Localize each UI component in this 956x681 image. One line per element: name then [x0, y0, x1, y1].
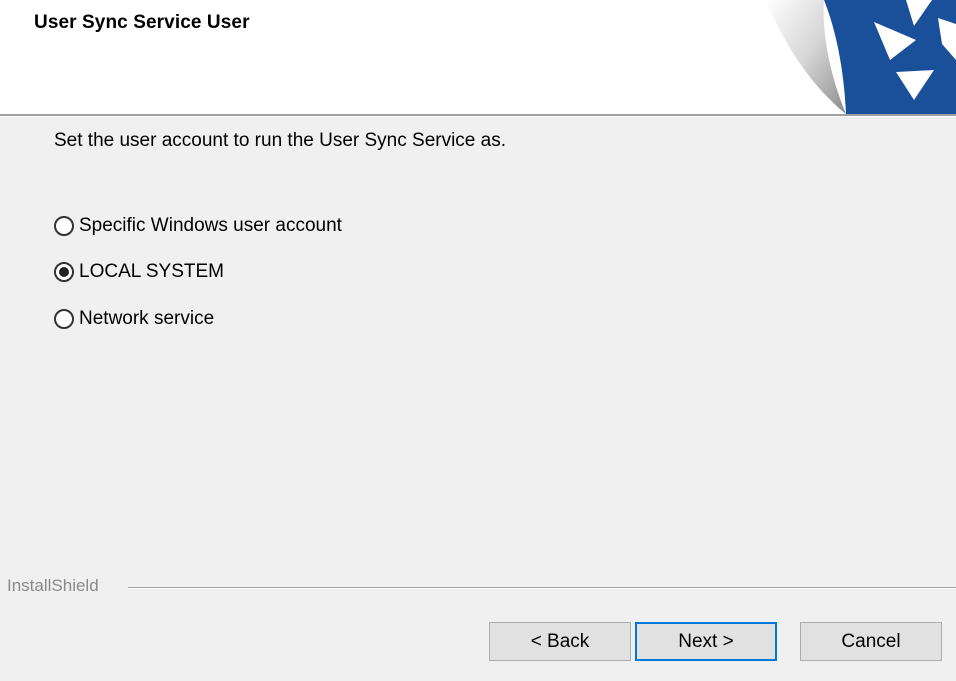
instruction-text: Set the user account to run the User Syn… — [54, 130, 507, 151]
header-separator — [0, 114, 956, 117]
next-button[interactable]: Next > — [635, 622, 777, 661]
radio-label: LOCAL SYSTEM — [79, 261, 225, 282]
back-button[interactable]: < Back — [489, 622, 631, 661]
radio-network-service[interactable]: Network service — [54, 305, 214, 333]
page-title: User Sync Service User — [34, 12, 250, 33]
radio-label: Network service — [79, 308, 215, 329]
radio-button-unchecked[interactable] — [54, 309, 74, 329]
cancel-button[interactable]: Cancel — [800, 622, 942, 661]
radio-specific-windows-user-account[interactable]: Specific Windows user account — [54, 212, 342, 240]
footer-separator — [128, 587, 956, 589]
installer-page-curl-logo-icon — [756, 0, 956, 114]
radio-button-checked[interactable] — [54, 262, 74, 282]
radio-label: Specific Windows user account — [79, 215, 342, 236]
radio-local-system[interactable]: LOCAL SYSTEM — [54, 258, 224, 286]
header-banner: User Sync Service User — [0, 0, 956, 114]
installshield-brand: InstallShield — [7, 576, 99, 595]
radio-button-unchecked[interactable] — [54, 216, 74, 236]
